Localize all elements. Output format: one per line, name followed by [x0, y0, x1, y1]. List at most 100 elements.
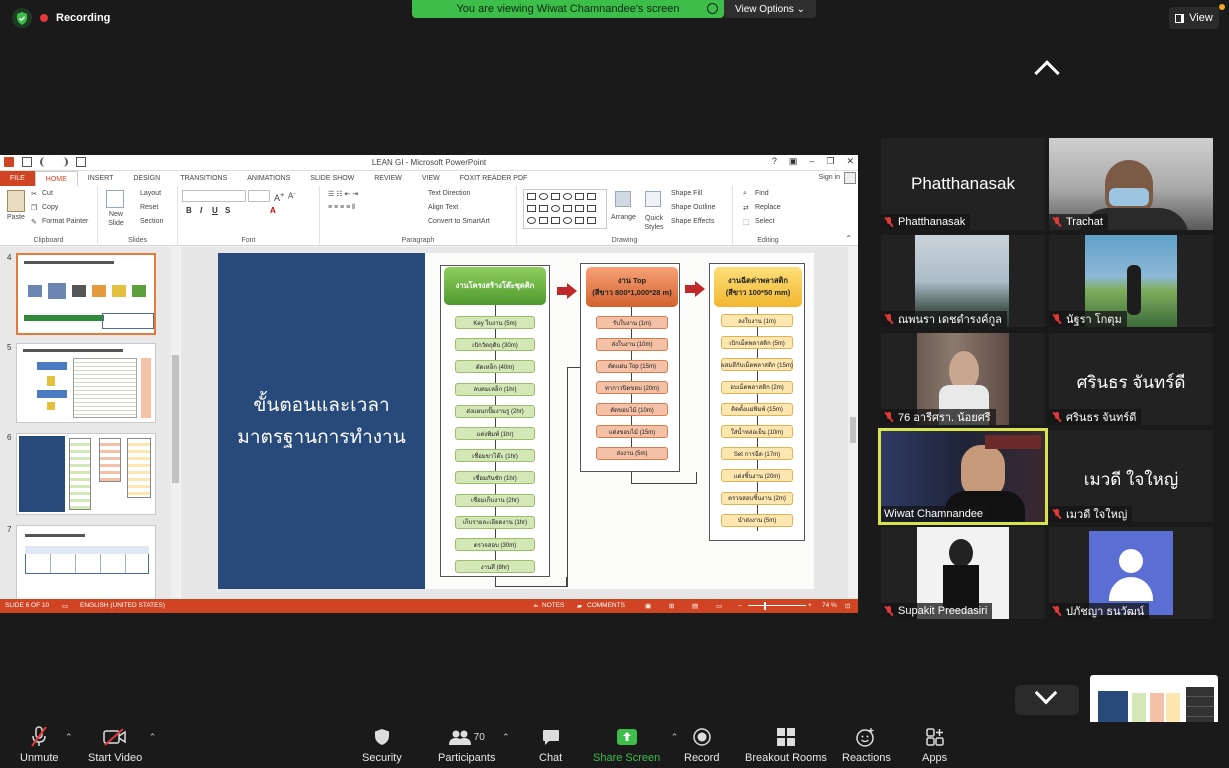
view-button[interactable]: View: [1169, 7, 1219, 29]
reading-view-icon[interactable]: ▤: [692, 602, 698, 610]
zoom-slider-thumb[interactable]: [764, 602, 766, 610]
layout-button[interactable]: Layout: [140, 190, 161, 197]
collapse-ribbon-icon[interactable]: ⌃: [845, 234, 852, 243]
participant-tile[interactable]: Phatthanasak Phatthanasak: [881, 138, 1045, 230]
start-video-button[interactable]: Start Video ⌃: [88, 726, 156, 764]
convert-smartart-button[interactable]: Convert to SmartArt: [428, 218, 490, 225]
new-slide-button[interactable]: New Slide: [104, 210, 128, 228]
record-button[interactable]: Record: [684, 726, 719, 764]
font-size-box[interactable]: [248, 190, 270, 202]
quick-styles-button[interactable]: Quick Styles: [641, 214, 667, 232]
caret-up-icon[interactable]: ⌃: [65, 732, 73, 743]
participant-tile[interactable]: นัฐรา โกตุม: [1049, 235, 1213, 327]
tab-animations[interactable]: ANIMATIONS: [237, 171, 300, 186]
recording-indicator[interactable]: Recording: [12, 7, 110, 29]
paste-icon[interactable]: [7, 190, 25, 212]
slide-thumbnail-7[interactable]: [16, 525, 156, 605]
replace-button[interactable]: Replace: [755, 204, 781, 211]
participant-tile[interactable]: 76 อารีศรา. น้อยศรี: [881, 333, 1045, 425]
select-button[interactable]: Select: [755, 218, 774, 225]
account-icon[interactable]: [844, 172, 856, 184]
tab-transitions[interactable]: TRANSITIONS: [170, 171, 237, 186]
notes-button[interactable]: NOTES: [542, 602, 564, 609]
italic-icon[interactable]: I: [200, 206, 202, 215]
share-screen-button[interactable]: Share Screen ⌃: [593, 726, 678, 764]
apps-button[interactable]: Apps: [922, 726, 947, 764]
shape-outline-button[interactable]: Shape Outline: [671, 204, 715, 211]
fit-slide-icon[interactable]: ⊡: [845, 602, 850, 610]
restore-icon[interactable]: ❐: [826, 156, 834, 167]
slide-thumbnail-4[interactable]: [16, 253, 156, 335]
minimize-icon[interactable]: –: [809, 156, 814, 167]
arrange-button[interactable]: Arrange: [611, 214, 636, 221]
tab-view[interactable]: VIEW: [412, 171, 450, 186]
stop-share-icon[interactable]: [707, 3, 718, 14]
align-icons[interactable]: ≡ ≡ ≡ ≡ ⫴: [328, 204, 355, 212]
ribbon-display-icon[interactable]: ▣: [789, 156, 798, 167]
participant-tile[interactable]: เมวดี ใจใหญ่ เมวดี ใจใหญ่: [1049, 430, 1213, 522]
sorter-view-icon[interactable]: ⊞: [669, 602, 674, 610]
zoom-in-icon[interactable]: +: [808, 602, 812, 609]
caret-up-icon[interactable]: ⌃: [149, 732, 157, 743]
text-direction-button[interactable]: Text Direction: [428, 190, 470, 197]
participants-button[interactable]: 70 Participants ⌃: [438, 726, 509, 764]
slide-thumbnail-5[interactable]: [16, 343, 156, 423]
tab-design[interactable]: DESIGN: [123, 171, 170, 186]
font-name-box[interactable]: [182, 190, 246, 202]
find-button[interactable]: Find: [755, 190, 769, 197]
security-button[interactable]: Security: [362, 726, 402, 764]
tab-review[interactable]: REVIEW: [364, 171, 412, 186]
arrange-icon[interactable]: [615, 191, 631, 207]
thumbnail-scrollbar[interactable]: [171, 247, 180, 599]
shadow-icon[interactable]: S: [225, 206, 230, 215]
slide-thumbnail-6[interactable]: [16, 433, 156, 515]
participant-tile[interactable]: ณพนรา เดชดำรงค์กูล: [881, 235, 1045, 327]
participant-tile[interactable]: ศรินธร จันทร์ดี ศรินธร จันทร์ดี: [1049, 333, 1213, 425]
sign-in-link[interactable]: Sign in: [819, 174, 840, 181]
shape-effects-button[interactable]: Shape Effects: [671, 218, 714, 225]
slide-scrollbar[interactable]: [848, 247, 858, 599]
slideshow-view-icon[interactable]: ▭: [716, 602, 722, 610]
breakout-rooms-button[interactable]: Breakout Rooms: [745, 726, 827, 764]
section-button[interactable]: Section: [140, 218, 163, 225]
spellcheck-icon[interactable]: ▭: [62, 602, 68, 610]
quick-styles-icon[interactable]: [645, 191, 661, 207]
tab-foxit[interactable]: FOXIT READER PDF: [450, 171, 538, 186]
normal-view-icon[interactable]: ▣: [645, 602, 651, 610]
chat-button[interactable]: Chat: [539, 726, 562, 764]
caret-up-icon[interactable]: ⌃: [502, 732, 510, 743]
view-options-button[interactable]: View Options ⌄: [724, 0, 816, 18]
bold-icon[interactable]: B: [186, 206, 192, 215]
participant-tile[interactable]: Supakit Preedasiri: [881, 527, 1045, 619]
bullets-icon[interactable]: ☰ ☷ ⇤ ⇥: [328, 190, 358, 198]
tab-file[interactable]: FILE: [0, 171, 35, 186]
grow-font-icon[interactable]: A+: [274, 190, 284, 203]
cut-button[interactable]: Cut: [42, 190, 53, 197]
scroll-down-button[interactable]: [1015, 681, 1079, 715]
zoom-out-icon[interactable]: –: [738, 602, 742, 609]
participant-tile[interactable]: Trachat: [1049, 138, 1213, 230]
chevron-up-icon[interactable]: [1034, 60, 1060, 86]
zoom-slider[interactable]: [748, 605, 806, 606]
font-color-icon[interactable]: A: [270, 206, 276, 215]
caret-up-icon[interactable]: ⌃: [671, 732, 679, 743]
participant-tile-active-speaker[interactable]: Wiwat Chamnandee: [878, 428, 1048, 525]
copy-button[interactable]: Copy: [42, 204, 58, 211]
format-painter-button[interactable]: Format Painter: [42, 218, 88, 225]
shield-icon[interactable]: [12, 8, 32, 28]
underline-icon[interactable]: U: [212, 206, 218, 215]
comments-button[interactable]: COMMENTS: [587, 602, 625, 609]
close-icon[interactable]: ✕: [846, 156, 854, 167]
zoom-level[interactable]: 74 %: [822, 602, 837, 609]
align-text-button[interactable]: Align Text: [428, 204, 458, 211]
shrink-font-icon[interactable]: A-: [288, 190, 296, 201]
shapes-gallery[interactable]: [523, 189, 607, 229]
reset-button[interactable]: Reset: [140, 204, 158, 211]
language-status[interactable]: ENGLISH (UNITED STATES): [80, 602, 165, 609]
reactions-button[interactable]: Reactions: [842, 726, 891, 764]
tab-slide-show[interactable]: SLIDE SHOW: [300, 171, 364, 186]
paste-button[interactable]: Paste: [7, 214, 25, 221]
help-icon[interactable]: ?: [772, 156, 777, 167]
unmute-button[interactable]: Unmute ⌃: [20, 726, 73, 764]
tab-insert[interactable]: INSERT: [78, 171, 124, 186]
